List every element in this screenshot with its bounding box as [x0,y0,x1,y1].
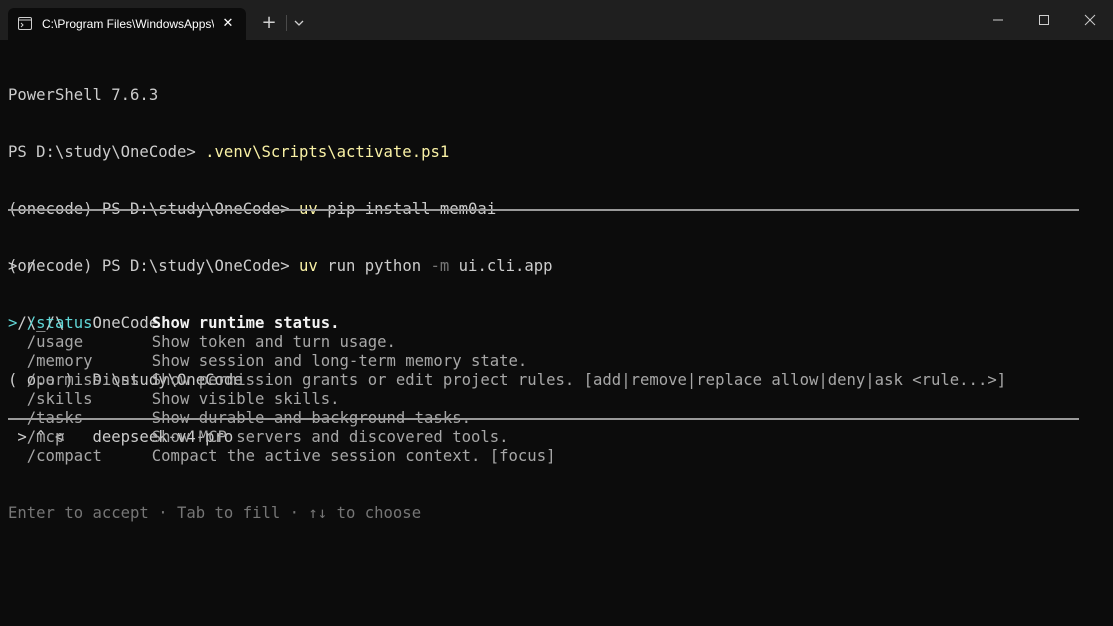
selection-marker [8,352,27,370]
divider-top [8,209,1079,211]
slash-input[interactable]: > / [8,257,1108,276]
command-description: Show runtime status. [151,314,340,332]
prompt: PS D:\study\OneCode> [8,143,206,161]
footer-hint: Enter to accept · Tab to fill · ↑↓ to ch… [8,504,422,522]
command-description: Show token and turn usage. [151,333,396,351]
command-item[interactable]: /memory Show session and long-term memory… [8,352,1108,371]
tab-title: C:\Program Files\WindowsApps\Microsoft.P… [42,17,214,31]
command-description: Show visible skills. [151,390,340,408]
powershell-banner: PowerShell 7.6.3 [8,86,159,104]
command-name: /skills [26,390,93,408]
close-icon [1084,14,1096,26]
tab-close-icon[interactable]: ✕ [220,16,236,32]
command-description: Show MCP servers and discovered tools. [151,428,509,446]
minimize-button[interactable] [975,0,1021,40]
title-bar: C:\Program Files\WindowsApps\Microsoft.P… [0,0,1113,40]
command-name: /usage [26,333,84,351]
command-name: /mcp [26,428,65,446]
command-item[interactable]: /skills Show visible skills. [8,390,1108,409]
command-name: /memory [26,352,93,370]
command-item[interactable]: /mcp Show MCP servers and discovered tool… [8,428,1108,447]
new-tab-button[interactable]: + [256,12,282,34]
divider-bottom [8,418,1079,420]
command-description: Show permission grants or edit project r… [151,371,1007,389]
selection-marker: > [8,314,27,332]
selection-marker [8,371,27,389]
command-name: /compact [26,447,102,465]
command-description: Show session and long-term memory state. [151,352,528,370]
command-text: .venv\Scripts\activate.ps1 [205,143,450,161]
command-palette[interactable]: > / > /status Show runtime status. /usage… [8,219,1108,542]
chevron-down-icon[interactable] [290,14,308,32]
command-item[interactable]: /compact Compact the active session conte… [8,447,1108,466]
selection-marker [8,428,27,446]
command-description: Compact the active session context. [foc… [151,447,556,465]
close-window-button[interactable] [1067,0,1113,40]
terminal-icon [18,17,32,30]
terminal-line-1: PS D:\study\OneCode> .venv\Scripts\activ… [8,143,1108,162]
command-item[interactable]: /permissions Show permission grants or ed… [8,371,1108,390]
command-name: /permissions [26,371,140,389]
maximize-icon [1039,15,1049,25]
tab-separator [286,15,287,31]
command-item[interactable]: /usage Show token and turn usage. [8,333,1108,352]
command-name: /status [26,314,93,332]
selection-marker [8,447,27,465]
selection-marker [8,390,27,408]
command-list: > /status Show runtime status. /usage Show… [8,314,1108,466]
selection-marker [8,333,27,351]
minimize-icon [993,19,1003,21]
command-item[interactable]: > /status Show runtime status. [8,314,1108,333]
terminal-tab[interactable]: C:\Program Files\WindowsApps\Microsoft.P… [8,8,246,40]
maximize-button[interactable] [1021,0,1067,40]
